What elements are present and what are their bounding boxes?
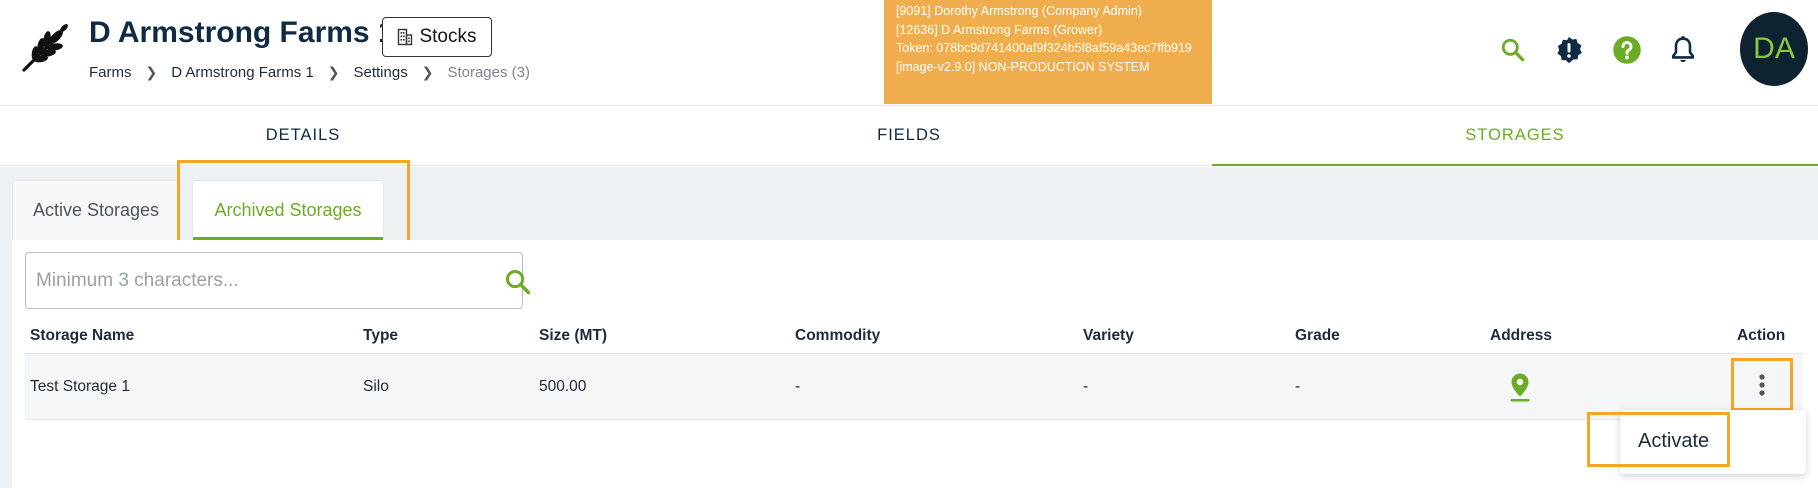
stocks-button[interactable]: Stocks (382, 17, 492, 57)
col-storage-name[interactable]: Storage Name (30, 322, 134, 353)
page-title: D Armstrong Farms 1 (89, 16, 395, 49)
table-row[interactable]: Test Storage 1 Silo 500.00 - - - (25, 354, 1803, 420)
help-button[interactable] (1611, 34, 1643, 66)
user-avatar[interactable]: DA (1740, 12, 1808, 86)
cell-storage-name: Test Storage 1 (30, 377, 130, 395)
cell-grade: - (1295, 377, 1301, 395)
menu-item-activate[interactable]: Activate (1638, 418, 1709, 464)
breadcrumb-farm[interactable]: D Armstrong Farms 1 (171, 64, 314, 81)
avatar-initials: DA (1753, 32, 1795, 65)
table-header: Storage Name Type Size (MT) Commodity Va… (25, 322, 1803, 354)
row-action-menu: Activate (1620, 410, 1806, 474)
col-variety[interactable]: Variety (1083, 322, 1134, 353)
banner-line-version: [image-v2.9.0] NON-PRODUCTION SYSTEM (896, 59, 1150, 74)
chevron-right-icon: ❯ (327, 64, 340, 80)
col-commodity[interactable]: Commodity (795, 322, 880, 353)
address-button[interactable] (1508, 354, 1532, 419)
search-icon[interactable] (504, 268, 532, 296)
tab-storages[interactable]: STORAGES (1212, 106, 1818, 166)
tab-active-storages[interactable]: Active Storages (12, 180, 180, 240)
bell-icon (1671, 36, 1695, 63)
tab-fields[interactable]: FIELDS (606, 106, 1212, 165)
app-header: D Armstrong Farms 1 Stocks Farms ❯ D Arm… (0, 0, 1818, 106)
header-search-button[interactable] (1497, 34, 1529, 66)
breadcrumb-settings[interactable]: Settings (354, 64, 408, 81)
tab-archived-storages[interactable]: Archived Storages (192, 180, 384, 240)
chevron-right-icon: ❯ (145, 64, 158, 80)
col-grade[interactable]: Grade (1295, 322, 1340, 353)
tab-details[interactable]: DETAILS (0, 106, 606, 165)
col-size[interactable]: Size (MT) (539, 322, 607, 353)
environment-banner: [9091] Dorothy Armstrong (Company Admin)… (884, 0, 1212, 104)
breadcrumb: Farms ❯ D Armstrong Farms 1 ❯ Settings ❯… (89, 64, 530, 81)
cell-type: Silo (363, 377, 389, 395)
search-input[interactable] (36, 263, 466, 299)
chevron-right-icon: ❯ (421, 64, 434, 80)
tab-archived-storages-label: Archived Storages (214, 200, 362, 220)
search-icon (1501, 38, 1525, 62)
search-field (25, 252, 531, 309)
storages-table: Storage Name Type Size (MT) Commodity Va… (25, 322, 1803, 420)
col-type[interactable]: Type (363, 322, 398, 353)
main-tabs: DETAILS FIELDS STORAGES (0, 106, 1818, 166)
breadcrumb-farms[interactable]: Farms (89, 64, 132, 81)
row-action-button[interactable] (1735, 361, 1789, 409)
notifications-button[interactable] (1667, 34, 1699, 66)
alerts-button[interactable] (1553, 34, 1585, 66)
col-address: Address (1490, 327, 1553, 344)
cell-size: 500.00 (539, 377, 587, 395)
wheat-logo-icon (22, 24, 68, 72)
map-pin-icon (1510, 373, 1530, 401)
banner-line-user: [9091] Dorothy Armstrong (Company Admin) (896, 4, 1142, 18)
cell-variety: - (1083, 377, 1089, 395)
stocks-button-label: Stocks (419, 26, 477, 47)
breadcrumb-current: Storages (3) (447, 64, 530, 81)
banner-line-token: Token: 078bc9d741400af9f324b5f8af59a43ec… (896, 41, 1192, 55)
banner-line-company: [12636] D Armstrong Farms (Grower) (896, 22, 1103, 37)
col-action: Action (1737, 327, 1786, 344)
more-vertical-icon (1759, 374, 1765, 396)
building-icon (398, 28, 413, 46)
alert-badge-icon (1557, 36, 1582, 64)
help-icon (1613, 36, 1641, 64)
tab-active-storages-label: Active Storages (32, 200, 160, 220)
cell-commodity: - (795, 377, 801, 395)
